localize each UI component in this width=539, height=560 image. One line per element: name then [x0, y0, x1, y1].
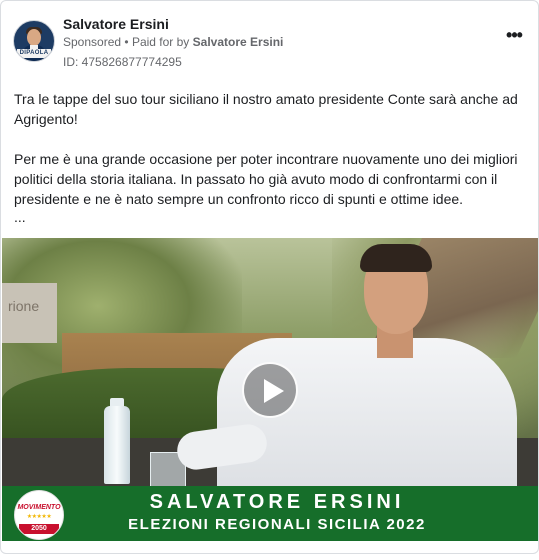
post-paragraph: Per me è una grande occasione per poter …	[14, 151, 518, 207]
post-header: DIPAOLA Salvatore Ersini Sponsored • Pai…	[13, 14, 526, 74]
sponsored-line: Sponsored • Paid for by Salvatore Ersini	[63, 35, 283, 49]
ad-id: ID: 475826877774295	[63, 55, 182, 69]
play-icon	[264, 379, 284, 403]
more-options-button[interactable]: •••	[504, 26, 524, 44]
separator-dot: •	[124, 35, 132, 49]
author-name[interactable]: Salvatore Ersini	[63, 16, 169, 32]
post-text: Tra le tappe del suo tour siciliano il n…	[14, 89, 526, 229]
avatar[interactable]: DIPAOLA	[13, 20, 55, 62]
post-paragraph: Tra le tappe del suo tour siciliano il n…	[14, 91, 518, 127]
see-more-ellipsis[interactable]: ...	[14, 209, 26, 225]
banner-election-subtitle: ELEZIONI REGIONALI SICILIA 2022	[128, 516, 426, 533]
party-logo-year: 2050	[19, 524, 59, 534]
video-player[interactable]: rione	[2, 238, 538, 486]
water-bottle	[104, 406, 130, 484]
sponsored-label: Sponsored	[63, 35, 122, 49]
party-logo-stars: ★★★★★	[26, 514, 52, 520]
campaign-banner: MOVIMENTO ★★★★★ 2050 SALVATORE ERSINI EL…	[2, 486, 538, 541]
party-logo-text: MOVIMENTO	[17, 504, 61, 511]
party-logo: MOVIMENTO ★★★★★ 2050	[14, 490, 64, 540]
play-button[interactable]	[242, 362, 298, 418]
more-horizontal-icon: •••	[506, 25, 523, 45]
background-sign: rione	[8, 298, 40, 314]
ad-card: DIPAOLA Salvatore Ersini Sponsored • Pai…	[0, 0, 539, 554]
banner-candidate-name: SALVATORE ERSINI	[149, 491, 405, 513]
paid-for-prefix: Paid for by	[131, 35, 190, 49]
avatar-logo: DIPAOLA	[17, 49, 51, 58]
paid-for-name: Salvatore Ersini	[192, 35, 284, 49]
